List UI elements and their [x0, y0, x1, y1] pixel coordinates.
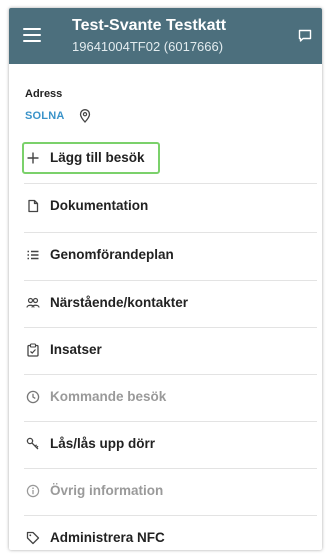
menu-item-label: Dokumentation: [50, 198, 149, 213]
tag-icon: [26, 531, 40, 545]
info-icon: [26, 484, 40, 498]
menu-item-label: Insatser: [50, 342, 102, 357]
menu-item-label: Lägg till besök: [50, 150, 145, 165]
address-label: Adress: [25, 88, 63, 100]
chat-icon[interactable]: [298, 29, 312, 43]
patient-name: Test-Svante Testkatt: [72, 17, 227, 34]
menu-icon[interactable]: [23, 28, 43, 42]
menu-item-contacts[interactable]: Närstående/kontakter: [24, 281, 317, 327]
menu-item-label: Administrera NFC: [50, 530, 165, 545]
menu-item-lock-door[interactable]: Lås/lås upp dörr: [24, 422, 317, 468]
menu-item-label: Närstående/kontakter: [50, 295, 189, 310]
app-window: Test-Svante Testkatt 19641004TF02 (60176…: [9, 8, 322, 550]
menu-item-label: Övrig information: [50, 483, 164, 498]
menu-item-manage-nfc[interactable]: Administrera NFC: [24, 516, 317, 550]
menu-item-upcoming-visits: Kommande besök: [24, 375, 317, 421]
patient-id: 19641004TF02 (6017666): [72, 39, 224, 54]
document-icon: [28, 199, 39, 213]
clock-icon: [26, 390, 40, 404]
people-icon: [26, 297, 40, 308]
menu-item-services[interactable]: Insatser: [24, 328, 317, 374]
menu-item-documentation[interactable]: Dokumentation: [24, 184, 317, 230]
location-pin-icon[interactable]: [79, 109, 91, 123]
menu-item-add-visit[interactable]: Lägg till besök: [24, 136, 317, 182]
menu-item-label: Genomförandeplan: [50, 247, 174, 262]
menu-item-label: Lås/lås upp dörr: [50, 436, 156, 451]
menu-item-implementation-plan[interactable]: Genomförandeplan: [24, 233, 317, 279]
address-value[interactable]: SOLNA: [25, 110, 65, 122]
clipboard-icon: [27, 343, 39, 357]
plus-icon: [27, 152, 39, 164]
menu-item-other-information: Övrig information: [24, 469, 317, 515]
list-icon: [27, 250, 39, 260]
menu-item-label: Kommande besök: [50, 389, 167, 404]
app-bar: Test-Svante Testkatt 19641004TF02 (60176…: [9, 8, 322, 64]
key-icon: [26, 437, 39, 450]
